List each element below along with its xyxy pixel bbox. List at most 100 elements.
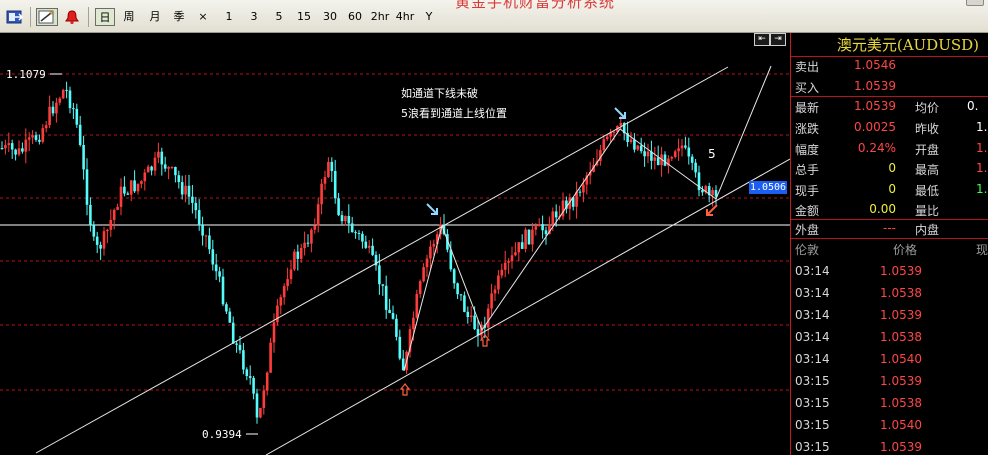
pct-label: 幅度 xyxy=(795,143,820,157)
outer-disc-label: 外盘 xyxy=(795,223,820,237)
timeframe-60min[interactable]: 60 xyxy=(345,8,365,26)
candle-body xyxy=(629,139,633,142)
candle-body xyxy=(44,125,48,129)
candle-body xyxy=(337,198,340,216)
candle-body xyxy=(493,289,497,294)
candle-body xyxy=(65,89,68,91)
timeframe-1min[interactable]: 1 xyxy=(222,8,236,26)
candle-body xyxy=(554,211,558,218)
candle-body xyxy=(690,156,694,163)
candle-body xyxy=(255,393,259,418)
candle-body xyxy=(510,255,514,262)
timeframe-5min[interactable]: 5 xyxy=(272,8,286,26)
chart-canvas[interactable]: 1.1079 0.9394 5 如通道下线未破 5浪看到通道上线位置 xyxy=(0,33,790,455)
tick-price: 1.0538 xyxy=(880,330,922,344)
alert-bell-icon[interactable] xyxy=(62,8,82,26)
candle-body xyxy=(639,145,643,152)
candle-body xyxy=(323,177,327,184)
candle-body xyxy=(170,167,174,168)
timeframe-30min[interactable]: 30 xyxy=(320,8,340,26)
timeframe-4hr[interactable]: 4hr xyxy=(394,8,416,26)
candle-body xyxy=(701,190,704,193)
timeframe-year[interactable]: Y xyxy=(422,8,436,26)
buy-label: 买入 xyxy=(795,81,820,95)
candle-body xyxy=(187,185,191,197)
tick-time: 03:15 xyxy=(795,440,830,454)
candle-body xyxy=(194,202,198,211)
candle-body xyxy=(388,309,391,313)
open-label: 开盘 xyxy=(915,143,940,157)
candle-body xyxy=(89,204,92,225)
scroll-right-button[interactable]: ⇥ xyxy=(770,33,786,46)
sell-value: 1.0546 xyxy=(854,58,896,72)
symbol-title: 澳元美元(AUDUSD) xyxy=(836,36,979,54)
candle-body xyxy=(72,108,75,110)
candle-body xyxy=(48,106,51,126)
candle-body xyxy=(276,305,279,323)
trend-channel[interactable] xyxy=(35,65,790,455)
timeframe-2hr[interactable]: 2hr xyxy=(369,8,391,26)
candle-body xyxy=(361,233,364,242)
candle-body xyxy=(123,186,126,194)
candle-body xyxy=(333,171,337,199)
timeframe-15min[interactable]: 15 xyxy=(294,8,314,26)
change-value: 0.0025 xyxy=(854,120,896,134)
candle-body xyxy=(245,369,249,376)
exit-icon[interactable] xyxy=(5,8,25,26)
candle-body xyxy=(463,295,466,312)
timeframe-close[interactable]: × xyxy=(196,8,210,26)
candle-body xyxy=(517,242,521,253)
candle-body xyxy=(415,293,419,318)
channel-lower-line xyxy=(265,158,790,455)
candle-body xyxy=(99,244,102,249)
timeframe-day[interactable]: 日 xyxy=(95,8,115,26)
high-value: 1. xyxy=(976,161,988,175)
candle-body xyxy=(299,248,303,259)
candle-body xyxy=(259,408,262,418)
candle-body xyxy=(412,317,415,330)
candle-body xyxy=(109,219,113,230)
candle-body xyxy=(527,229,531,245)
candle-body xyxy=(191,196,194,203)
timeframe-week[interactable]: 周 xyxy=(120,8,138,26)
candle-body xyxy=(395,318,398,337)
scroll-left-button[interactable]: ⇤ xyxy=(754,33,770,46)
candle-body xyxy=(541,224,544,231)
candle-body xyxy=(85,169,89,205)
window-close-button[interactable] xyxy=(966,0,984,6)
candle-body xyxy=(524,229,527,249)
current-vol-value: 0 xyxy=(888,182,896,196)
candle-body xyxy=(310,229,313,244)
candle-body xyxy=(432,243,436,247)
candle-body xyxy=(653,157,657,161)
candle-body xyxy=(303,242,306,249)
candle-body xyxy=(643,151,646,157)
candle-body xyxy=(398,336,402,359)
candle-body xyxy=(116,206,119,210)
down-arrow-icon xyxy=(426,203,438,215)
annotation-line-2: 5浪看到通道上线位置 xyxy=(401,106,507,120)
vol-ratio-label: 量比 xyxy=(915,204,940,218)
wave-5-label: 5 xyxy=(708,147,716,161)
avg-value: 0. xyxy=(967,99,979,113)
amount-label: 金额 xyxy=(795,204,820,218)
avg-label: 均价 xyxy=(915,101,940,115)
candle-body xyxy=(238,344,242,351)
candle-body xyxy=(51,106,55,114)
tick-price: 1.0538 xyxy=(880,396,922,410)
candlestick-chart[interactable]: 1.1079 0.9394 5 如通道下线未破 5浪看到通道上线位置 1.050… xyxy=(0,33,790,455)
draw-tool-icon[interactable] xyxy=(36,8,58,26)
candle-body xyxy=(497,275,500,290)
candle-body xyxy=(211,249,215,265)
candle-body xyxy=(242,350,245,370)
high-label: 最高 xyxy=(915,163,940,177)
tick-price: 1.0540 xyxy=(880,418,922,432)
timeframe-3min[interactable]: 3 xyxy=(247,8,261,26)
timeframe-month[interactable]: 月 xyxy=(146,8,164,26)
candle-body xyxy=(265,372,269,391)
amount-value: 0.00 xyxy=(869,202,896,216)
candle-body xyxy=(136,183,140,192)
timeframe-quarter[interactable]: 季 xyxy=(170,8,188,26)
candle-body xyxy=(14,149,17,155)
candle-body xyxy=(582,184,585,193)
